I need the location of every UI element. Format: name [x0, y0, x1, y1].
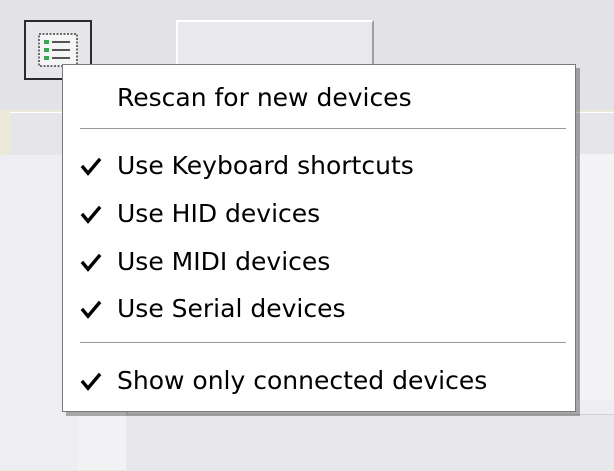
menu-item-hid-devices[interactable]: Use HID devices [63, 190, 575, 236]
menu-item-label: Use Keyboard shortcuts [117, 150, 414, 180]
menu-item-keyboard-shortcuts[interactable]: Use Keyboard shortcuts [63, 142, 575, 188]
right-panel-edge [578, 154, 614, 400]
checkmark-icon [80, 205, 102, 224]
checkmark-icon [80, 253, 102, 272]
device-options-menu: Rescan for new devices Use Keyboard shor… [62, 64, 576, 412]
device-list-icon [38, 33, 78, 67]
checkmark-icon [80, 372, 102, 391]
menu-separator [80, 128, 566, 130]
menu-item-label: Use HID devices [117, 198, 321, 228]
menu-item-label: Use Serial devices [117, 293, 346, 323]
device-list-area [126, 414, 614, 471]
checkmark-icon [80, 157, 102, 176]
menu-item-label: Rescan for new devices [117, 82, 412, 112]
menu-item-show-connected-only[interactable]: Show only connected devices [63, 357, 575, 403]
menu-item-label: Use MIDI devices [117, 246, 331, 276]
menu-item-serial-devices[interactable]: Use Serial devices [63, 285, 575, 331]
menu-item-midi-devices[interactable]: Use MIDI devices [63, 238, 575, 284]
menu-separator [80, 342, 566, 344]
menu-item-label: Show only connected devices [117, 365, 488, 395]
menu-item-rescan[interactable]: Rescan for new devices [63, 74, 575, 120]
checkmark-icon [80, 300, 102, 319]
